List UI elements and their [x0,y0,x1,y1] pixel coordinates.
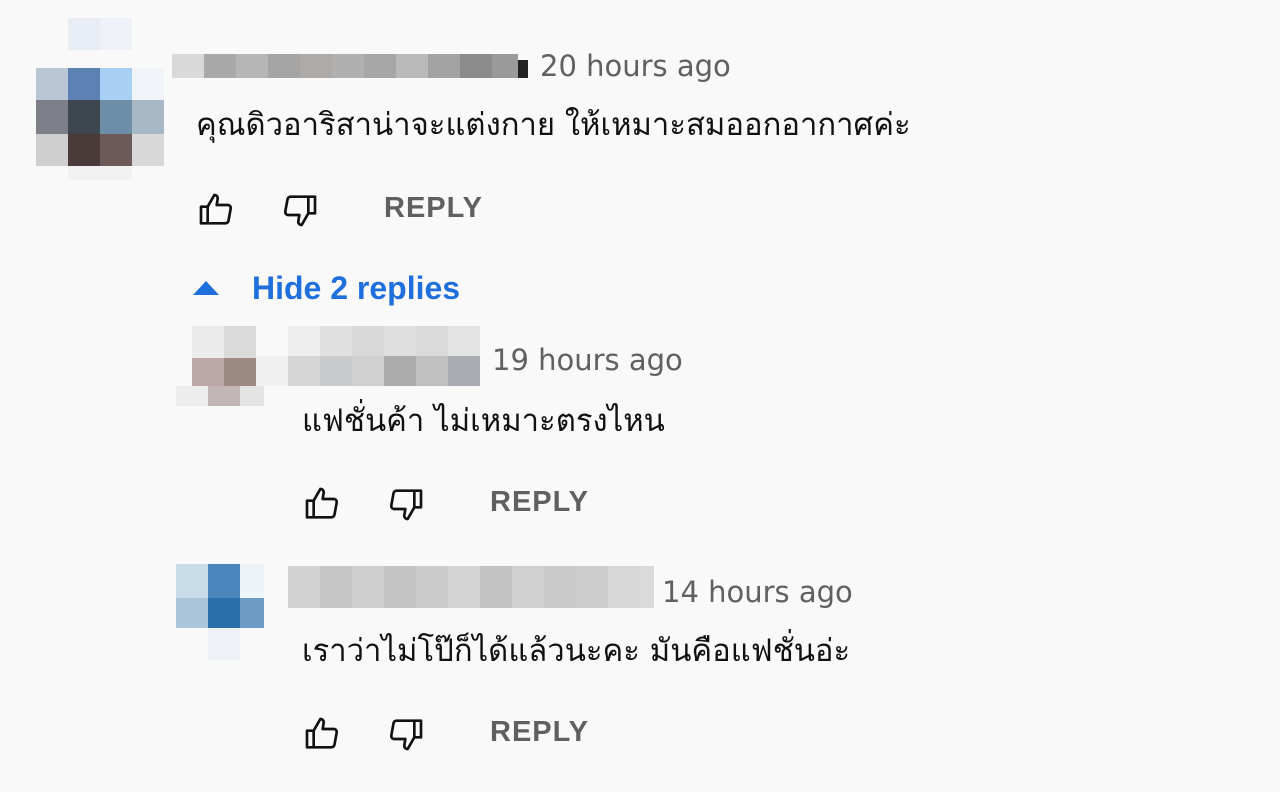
comment-actions: REPLY [194,188,494,232]
avatar[interactable] [176,326,266,406]
reply-button[interactable]: REPLY [490,486,589,519]
avatar[interactable] [176,564,266,662]
like-button[interactable] [194,188,238,232]
dislike-button[interactable] [278,188,322,232]
reply-button[interactable]: REPLY [384,192,483,225]
hide-replies-label: Hide 2 replies [252,269,461,306]
reply-button[interactable]: REPLY [490,716,589,749]
hide-replies-toggle[interactable]: Hide 2 replies [192,268,460,308]
comment-text: แฟชั่นค้า ไม่เหมาะตรงไหน [302,403,665,439]
author-name[interactable] [288,566,654,608]
dislike-button[interactable] [384,482,428,526]
comment-thread: 20 hours ago คุณดิวอาริสาน่าจะแต่งกาย ให… [0,0,1280,792]
author-name[interactable] [256,326,482,386]
comment-text: คุณดิวอาริสาน่าจะแต่งกาย ให้เหมาะสมออกอา… [196,107,911,143]
comment-timestamp[interactable]: 19 hours ago [492,346,683,375]
comment-actions: REPLY [300,482,600,526]
comment-text: เราว่าไม่โป๊ก็ได้แล้วนะคะ มันคือแฟชั่นอ่… [302,633,851,669]
thumbs-down-icon [389,719,423,751]
thumbs-down-icon [283,195,317,227]
like-button[interactable] [300,482,344,526]
comment-timestamp[interactable]: 14 hours ago [662,578,853,607]
thumbs-down-icon [389,489,423,521]
caret-up-icon [193,281,219,295]
comment-actions: REPLY [300,712,600,756]
thumbs-up-icon [305,717,339,749]
comment-timestamp[interactable]: 20 hours ago [540,52,731,81]
like-button[interactable] [300,712,344,756]
dislike-button[interactable] [384,712,428,756]
author-name[interactable] [172,50,528,80]
avatar[interactable] [36,18,164,180]
thumbs-up-icon [305,487,339,519]
thumbs-up-icon [199,193,233,225]
